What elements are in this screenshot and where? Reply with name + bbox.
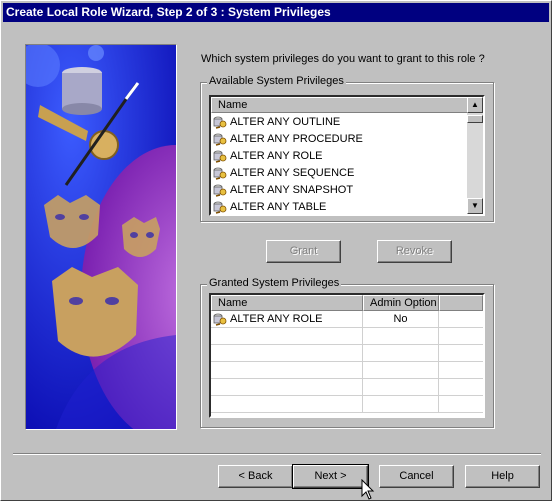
privilege-key-icon	[213, 313, 227, 326]
wizard-artwork	[25, 44, 177, 430]
footer-separator	[13, 453, 541, 455]
privilege-key-icon	[213, 167, 227, 180]
privilege-name: ALTER ANY SEQUENCE	[230, 166, 355, 179]
available-privileges-label: Available System Privileges	[207, 75, 346, 87]
granted-privileges-rows: ALTER ANY ROLE No	[211, 311, 483, 413]
empty-table-row	[211, 328, 483, 345]
wizard-window: Create Local Role Wizard, Step 2 of 3 : …	[0, 0, 552, 501]
privilege-key-icon	[213, 184, 227, 197]
privilege-key-icon	[213, 150, 227, 163]
granted-privileges-table[interactable]: Name Admin Option ALTER ANY ROLE No	[209, 293, 485, 418]
empty-table-row	[211, 396, 483, 413]
available-privileges-rows: ALTER ANY OUTLINE ALTER ANY PROCEDURE ALTE…	[211, 113, 483, 214]
available-name-column-header[interactable]: Name	[211, 97, 469, 113]
empty-table-row	[211, 345, 483, 362]
available-list-scrollbar[interactable]: ▲ ▼	[467, 97, 483, 214]
revoke-button[interactable]: Revoke	[377, 240, 452, 263]
privilege-name: ALTER ANY OUTLINE	[230, 115, 341, 128]
help-button[interactable]: Help	[465, 465, 540, 488]
mouse-pointer-icon	[361, 479, 375, 500]
available-privilege-item[interactable]: ALTER ANY PROCEDURE	[211, 130, 469, 147]
granted-privilege-row[interactable]: ALTER ANY ROLE No	[211, 311, 483, 328]
window-title: Create Local Role Wizard, Step 2 of 3 : …	[3, 3, 549, 22]
available-privilege-item[interactable]: ALTER ANY SEQUENCE	[211, 164, 469, 181]
grant-button[interactable]: Grant	[266, 240, 341, 263]
privilege-name: ALTER ANY TABLE	[230, 200, 327, 213]
granted-name-column-header[interactable]: Name	[211, 295, 363, 311]
scroll-up-arrow-icon[interactable]: ▲	[467, 97, 483, 113]
admin-option-value[interactable]: No	[393, 313, 407, 325]
available-privilege-item[interactable]: ALTER ANY ROLE	[211, 147, 469, 164]
granted-privilege-name: ALTER ANY ROLE	[230, 313, 323, 325]
privilege-key-icon	[213, 201, 227, 214]
scrollbar-thumb[interactable]	[467, 115, 483, 123]
available-privilege-item[interactable]: ALTER ANY OUTLINE	[211, 113, 469, 130]
available-privilege-item[interactable]: ALTER ANY SNAPSHOT	[211, 181, 469, 198]
artwork-illustration	[26, 45, 176, 429]
privilege-key-icon	[213, 133, 227, 146]
empty-column-header	[439, 295, 483, 311]
wizard-question: Which system privileges do you want to g…	[201, 53, 485, 65]
privilege-key-icon	[213, 116, 227, 129]
available-privilege-item[interactable]: ALTER ANY TABLE	[211, 198, 469, 214]
next-button[interactable]: Next >	[292, 464, 369, 489]
privilege-name: ALTER ANY SNAPSHOT	[230, 183, 354, 196]
empty-table-row	[211, 362, 483, 379]
admin-option-column-header[interactable]: Admin Option	[363, 295, 439, 311]
available-privileges-list[interactable]: Name ALTER ANY OUTLINE ALTER ANY PROCEDUR…	[209, 95, 485, 216]
scroll-down-arrow-icon[interactable]: ▼	[467, 198, 483, 214]
privilege-name: ALTER ANY ROLE	[230, 149, 323, 162]
cancel-button[interactable]: Cancel	[379, 465, 454, 488]
granted-privileges-label: Granted System Privileges	[207, 277, 342, 289]
back-button[interactable]: < Back	[218, 465, 293, 488]
privilege-name: ALTER ANY PROCEDURE	[230, 132, 363, 145]
empty-table-row	[211, 379, 483, 396]
